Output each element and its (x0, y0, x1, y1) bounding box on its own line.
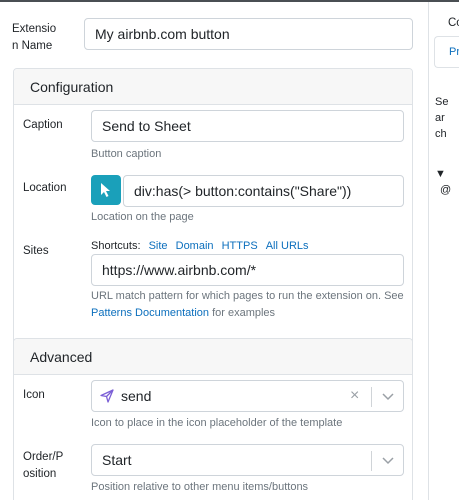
panel-divider (428, 2, 429, 500)
configuration-card: Configuration Caption Send to Sheet Butt… (13, 68, 413, 348)
caption-input[interactable]: Send to Sheet (91, 110, 404, 142)
extension-name-input[interactable]: My airbnb.com button (84, 18, 413, 50)
right-panel-text: Se ar ch (435, 96, 449, 140)
shortcut-all-urls-link[interactable]: All URLs (266, 240, 309, 252)
right-panel-tab[interactable]: Pr (434, 36, 459, 68)
location-help: Location on the page (91, 211, 194, 223)
advanced-header: Advanced (14, 339, 412, 375)
paper-plane-icon (100, 389, 114, 403)
order-position-label: Order/P osition (23, 451, 64, 480)
caption-label: Caption (23, 119, 63, 131)
sites-shortcuts: Shortcuts: Site Domain HTTPS All URLs (91, 238, 309, 254)
order-position-help: Position relative to other menu items/bu… (91, 481, 309, 493)
patterns-documentation-link[interactable]: Patterns Documentation (91, 307, 209, 319)
right-panel-tree[interactable]: ▼ @ (435, 166, 459, 198)
location-selector-input[interactable]: div:has(> button:contains("Share")) (123, 175, 404, 207)
extension-name-label: Extensio n Name (12, 23, 57, 52)
sites-match-pattern-input[interactable]: https://www.airbnb.com/* (91, 254, 404, 286)
icon-label: Icon (23, 389, 45, 401)
element-picker-button[interactable] (91, 175, 121, 205)
chevron-down-icon[interactable] (382, 393, 394, 401)
shortcut-https-link[interactable]: HTTPS (222, 240, 258, 252)
select-divider (371, 451, 372, 471)
tree-toggle-icon: ▼ (435, 168, 446, 180)
shortcut-domain-link[interactable]: Domain (176, 240, 214, 252)
clear-icon[interactable]: × (350, 387, 359, 405)
chevron-down-icon[interactable] (382, 457, 394, 465)
icon-select[interactable]: send × (91, 380, 404, 412)
sites-help: URL match pattern for which pages to run… (91, 290, 404, 319)
shortcuts-label: Shortcuts: (91, 240, 141, 252)
sites-label: Sites (23, 245, 49, 257)
icon-help: Icon to place in the icon placeholder of… (91, 417, 343, 429)
order-position-select[interactable]: Start (91, 444, 404, 476)
brick-editor-form: Extensio n Name My airbnb.com button Con… (0, 2, 428, 500)
advanced-card: Advanced Icon send × Icon to place in th… (13, 338, 413, 500)
cursor-arrow-icon (101, 183, 110, 197)
shortcut-site-link[interactable]: Site (149, 240, 168, 252)
location-label: Location (23, 182, 67, 194)
configuration-header: Configuration (14, 69, 412, 105)
select-divider (371, 387, 372, 407)
right-panel-link[interactable]: Co (448, 15, 459, 31)
caption-help: Button caption (91, 148, 162, 160)
